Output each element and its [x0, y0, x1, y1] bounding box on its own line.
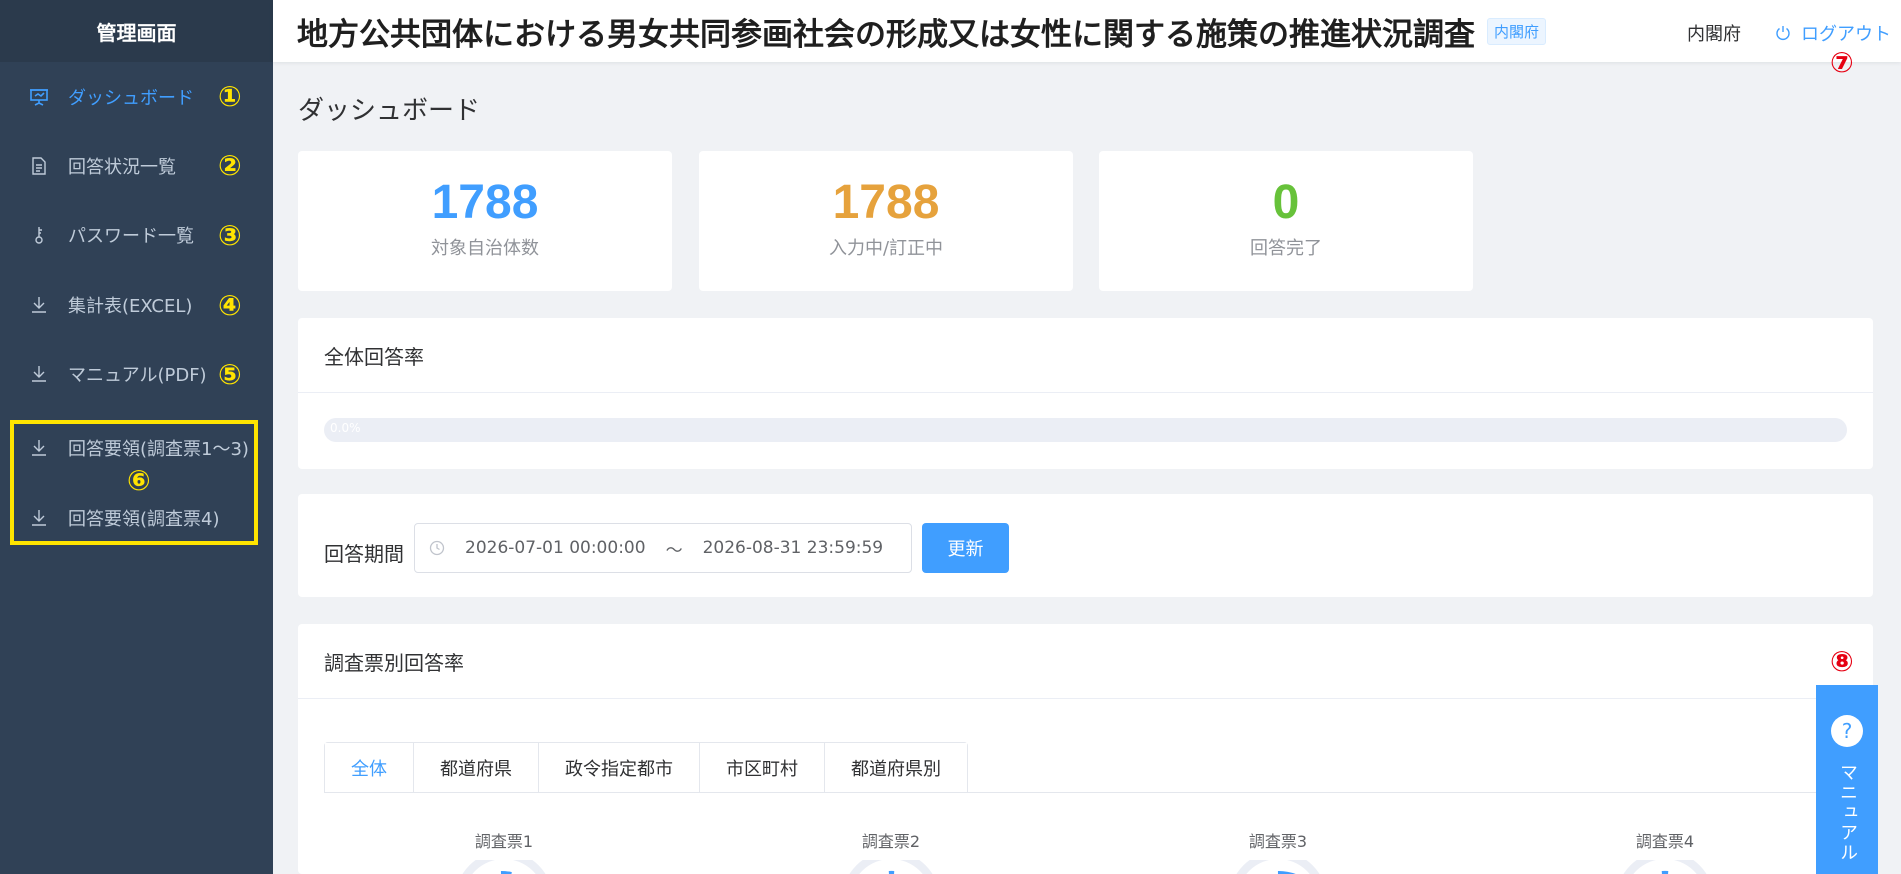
- annotation-marker-6: ⑥: [127, 464, 151, 497]
- sidebar-item-label: パスワード一覧: [68, 226, 194, 247]
- stat-card-in-progress: 1788 入力中/訂正中: [699, 151, 1073, 291]
- tab-all[interactable]: 全体: [325, 743, 413, 793]
- stat-card-targets: 1788 対象自治体数: [298, 151, 672, 291]
- survey-gauge-3: 調査票3: [1178, 828, 1378, 874]
- gauge-chart: [1236, 860, 1320, 874]
- annotation-marker-8: ⑧: [1830, 645, 1854, 678]
- download-icon: [28, 294, 50, 316]
- annotation-marker-2: ②: [218, 149, 242, 182]
- annotation-marker-3: ③: [218, 219, 242, 252]
- survey-gauge-4: 調査票4: [1565, 828, 1765, 874]
- logout-button[interactable]: ログアウト: [1775, 20, 1891, 46]
- panel-title: 全体回答率: [298, 318, 1873, 393]
- annotation-marker-1: ①: [218, 80, 242, 113]
- tabs-divider: [324, 792, 1847, 793]
- period-panel: 回答期間 2026-07-01 00:00:00 ～ 2026-08-31 23…: [298, 494, 1873, 597]
- page-title: ダッシュボード: [298, 96, 481, 126]
- dashboard-icon: [28, 86, 50, 108]
- question-icon: ?: [1831, 715, 1863, 747]
- app-title: 地方公共団体における男女共同参画社会の形成又は女性に関する施策の推進状況調査: [297, 16, 1475, 53]
- sidebar-item-label: 回答状況一覧: [68, 157, 176, 178]
- date-range-picker[interactable]: 2026-07-01 00:00:00 ～ 2026-08-31 23:59:5…: [414, 523, 912, 573]
- start-date[interactable]: 2026-07-01 00:00:00: [465, 538, 646, 558]
- sidebar: 管理画面 ダッシュボード 回答状況一覧 パスワード一覧 集計表(EXCEL) マ…: [0, 0, 273, 874]
- refresh-button[interactable]: 更新: [922, 523, 1009, 573]
- stat-card-completed: 0 回答完了: [1099, 151, 1473, 291]
- stat-label: 対象自治体数: [431, 238, 539, 259]
- tab-by-prefecture[interactable]: 都道府県別: [824, 743, 967, 793]
- stat-value: 1788: [832, 176, 940, 229]
- document-icon: [28, 155, 50, 177]
- annotation-marker-7: ⑦: [1830, 46, 1854, 79]
- gauge-chart: [1623, 860, 1707, 874]
- stat-label: 回答完了: [1250, 238, 1322, 259]
- survey-label: 調査票2: [861, 832, 921, 851]
- survey-tabs: 全体 都道府県 政令指定都市 市区町村 都道府県別: [324, 742, 968, 793]
- range-separator: ～: [665, 540, 683, 561]
- annotation-marker-5: ⑤: [218, 358, 242, 391]
- survey-gauge-1: 調査票1: [404, 828, 604, 874]
- progress-text: 0.0%: [330, 421, 361, 435]
- sidebar-item-label: マニュアル(PDF): [68, 365, 207, 386]
- sidebar-title: 管理画面: [0, 0, 273, 62]
- tab-municipalities[interactable]: 市区町村: [699, 743, 824, 793]
- sidebar-item-label: ダッシュボード: [68, 88, 194, 109]
- stat-value: 0: [1272, 176, 1300, 229]
- survey-gauge-2: 調査票2: [791, 828, 991, 874]
- tab-prefectures[interactable]: 都道府県: [413, 743, 538, 793]
- top-bar: 地方公共団体における男女共同参画社会の形成又は女性に関する施策の推進状況調査 内…: [273, 0, 1901, 77]
- help-label: マニュアル: [1837, 763, 1858, 863]
- manual-help-button[interactable]: ? マニュアル: [1816, 685, 1878, 874]
- sidebar-item-label: 集計表(EXCEL): [68, 296, 193, 317]
- org-tag: 内閣府: [1487, 17, 1547, 45]
- survey-label: 調査票3: [1248, 832, 1308, 851]
- gauge-chart: [462, 860, 546, 874]
- key-icon: [28, 224, 50, 246]
- user-name: 内閣府: [1687, 24, 1741, 45]
- overall-rate-panel: 全体回答率 0.0%: [298, 318, 1873, 469]
- survey-rate-panel: 調査票別回答率 全体 都道府県 政令指定都市 市区町村 都道府県別 調査票1 調…: [298, 624, 1873, 874]
- overall-progress-bar: 0.0%: [324, 418, 1847, 442]
- tab-designated-cities[interactable]: 政令指定都市: [538, 743, 699, 793]
- period-label: 回答期間: [324, 542, 404, 566]
- end-date[interactable]: 2026-08-31 23:59:59: [703, 538, 884, 558]
- download-icon: [28, 363, 50, 385]
- stat-value: 1788: [431, 176, 539, 229]
- gauge-chart: [849, 860, 933, 874]
- stat-label: 入力中/訂正中: [828, 238, 944, 259]
- power-icon: [1776, 26, 1790, 40]
- annotation-marker-4: ④: [218, 289, 242, 322]
- survey-label: 調査票1: [474, 832, 534, 851]
- survey-label: 調査票4: [1635, 832, 1695, 851]
- panel-title: 調査票別回答率: [298, 624, 1873, 699]
- clock-icon: [429, 540, 445, 556]
- logout-label: ログアウト: [1801, 24, 1891, 45]
